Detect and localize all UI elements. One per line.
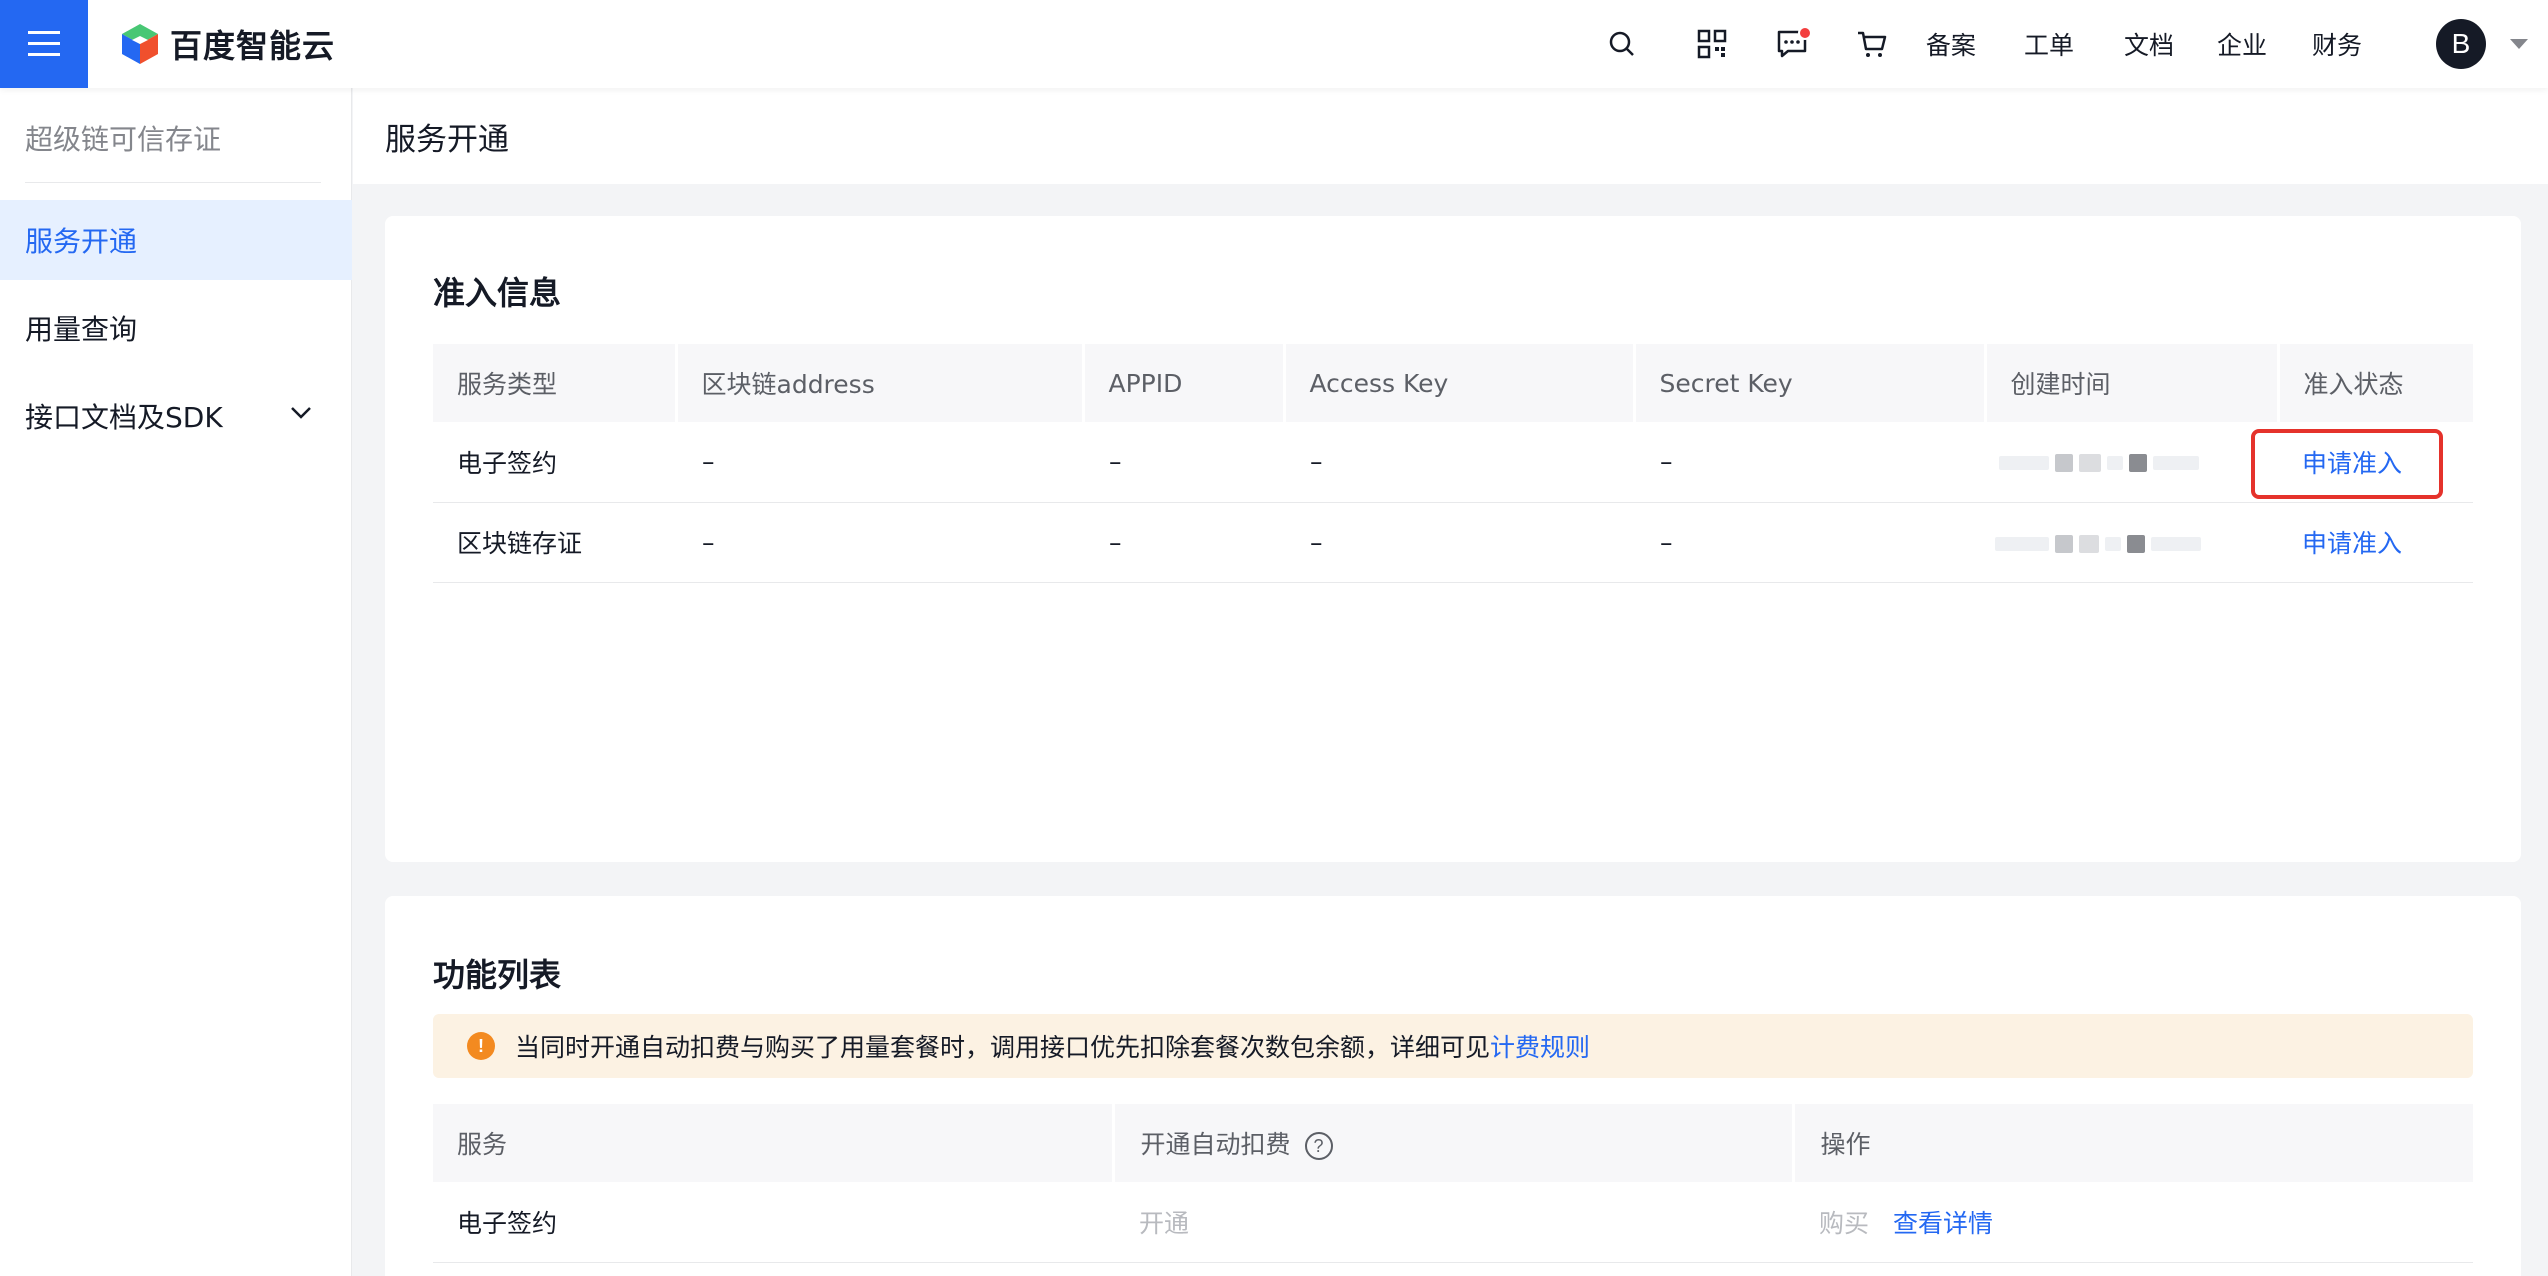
top-bar: 百度智能云 备案 工单 文档 企业 财务 B bbox=[0, 0, 2548, 88]
page-title: 服务开通 bbox=[385, 122, 509, 158]
top-right-nav: 备案 工单 文档 企业 财务 B bbox=[1600, 0, 2548, 88]
billing-notice: ! 当同时开通自动扣费与购买了用量套餐时，调用接口优先扣除套餐次数包余额，详细可… bbox=[433, 1014, 2473, 1078]
table-header-row: 服务 开通自动扣费? 操作 bbox=[433, 1104, 2473, 1182]
column-header: 服务类型 bbox=[433, 344, 678, 422]
appid-cell: – bbox=[1083, 422, 1284, 503]
address-cell: – bbox=[676, 422, 1083, 503]
help-icon[interactable]: ? bbox=[1304, 1132, 1333, 1160]
feature-list-title: 功能列表 bbox=[433, 956, 562, 994]
feature-list-card: 功能列表 ! 当同时开通自动扣费与购买了用量套餐时，调用接口优先扣除套餐次数包余… bbox=[385, 896, 2521, 1276]
column-header: Secret Key bbox=[1634, 344, 1987, 422]
column-header: 区块链address bbox=[676, 344, 1085, 422]
sidebar-item-label: 用量查询 bbox=[25, 313, 138, 346]
table-row: 区块链存证 – – – – 申请准入 bbox=[433, 502, 2473, 583]
column-header: 准入状态 bbox=[2278, 344, 2473, 422]
apply-access-link[interactable]: 申请准入 bbox=[2302, 529, 2402, 558]
highlight-annotation-box bbox=[2251, 429, 2443, 499]
column-header: 操作 bbox=[1793, 1104, 2473, 1182]
qrcode-icon bbox=[1697, 29, 1727, 59]
service-type-cell: 区块链存证 bbox=[433, 502, 676, 583]
access-status-cell: 申请准入 bbox=[2278, 502, 2473, 583]
column-header-label: 开通自动扣费 bbox=[1140, 1130, 1291, 1159]
qrcode-button[interactable] bbox=[1690, 22, 1734, 66]
service-type-cell: 电子签约 bbox=[433, 422, 676, 503]
logo[interactable]: 百度智能云 bbox=[120, 18, 335, 70]
hamburger-icon bbox=[28, 31, 60, 56]
column-header: 服务 bbox=[433, 1104, 1115, 1182]
view-details-link[interactable]: 查看详情 bbox=[1893, 1209, 1993, 1238]
sidebar-divider bbox=[25, 182, 321, 183]
table-header-row: 服务类型 区块链address APPID Access Key Secret … bbox=[433, 344, 2473, 422]
notification-dot bbox=[1797, 26, 1812, 40]
search-icon bbox=[1609, 31, 1634, 56]
enable-auto-pay-link[interactable]: 开通 bbox=[1139, 1209, 1189, 1238]
access-key-cell: – bbox=[1284, 422, 1634, 503]
buy-link[interactable]: 购买 bbox=[1819, 1209, 1869, 1238]
sidebar-item-service-activation[interactable]: 服务开通 bbox=[0, 200, 352, 280]
sidebar-item-api-docs-sdk[interactable]: 接口文档及SDK bbox=[0, 376, 352, 456]
sidebar-title: 超级链可信存证 bbox=[25, 123, 222, 156]
nav-link-docs[interactable]: 文档 bbox=[2124, 26, 2174, 62]
secret-key-cell: – bbox=[1634, 422, 1985, 503]
created-time-cell bbox=[1985, 422, 2278, 503]
sidebar-item-label: 接口文档及SDK bbox=[25, 401, 223, 434]
notice-text: 当同时开通自动扣费与购买了用量套餐时，调用接口优先扣除套餐次数包余额，详细可见 bbox=[515, 1033, 1491, 1062]
operation-cell: 购买 查看详情 bbox=[1793, 1182, 2473, 1263]
cart-button[interactable] bbox=[1850, 22, 1894, 66]
user-avatar[interactable]: B bbox=[2436, 19, 2486, 69]
column-header: Access Key bbox=[1284, 344, 1636, 422]
table-row: 电子签约 – – – – 申请准入 bbox=[433, 422, 2473, 503]
message-button[interactable] bbox=[1770, 22, 1814, 66]
address-cell: – bbox=[676, 502, 1083, 583]
baidu-cloud-logo-icon bbox=[122, 24, 158, 64]
nav-link-enterprise[interactable]: 企业 bbox=[2217, 26, 2267, 62]
nav-link-beian[interactable]: 备案 bbox=[1926, 26, 1976, 62]
column-header: APPID bbox=[1083, 344, 1286, 422]
logo-text: 百度智能云 bbox=[170, 27, 336, 65]
column-header: 创建时间 bbox=[1985, 344, 2280, 422]
access-info-table: 服务类型 区块链address APPID Access Key Secret … bbox=[433, 344, 2473, 583]
feature-table: 服务 开通自动扣费? 操作 电子签约 开通 购买 查看详情 bbox=[433, 1104, 2473, 1263]
created-time-cell bbox=[1985, 502, 2278, 583]
access-key-cell: – bbox=[1284, 502, 1634, 583]
search-button[interactable] bbox=[1600, 22, 1644, 66]
auto-pay-cell: 开通 bbox=[1113, 1182, 1793, 1263]
redacted-timestamp bbox=[1999, 454, 2199, 473]
sidebar-item-label: 服务开通 bbox=[25, 225, 138, 258]
access-info-title: 准入信息 bbox=[433, 274, 562, 312]
sidebar-item-usage-query[interactable]: 用量查询 bbox=[0, 288, 352, 368]
column-header: 开通自动扣费? bbox=[1113, 1104, 1795, 1182]
page-header: 服务开通 bbox=[353, 88, 2548, 184]
access-info-card: 准入信息 服务类型 区块链address APPID Access Key Se… bbox=[385, 216, 2521, 862]
nav-link-ticket[interactable]: 工单 bbox=[2024, 26, 2074, 62]
warning-icon: ! bbox=[467, 1032, 495, 1060]
billing-rules-link[interactable]: 计费规则 bbox=[1490, 1028, 1590, 1064]
redacted-timestamp bbox=[1995, 534, 2201, 553]
table-row: 电子签约 开通 购买 查看详情 bbox=[433, 1182, 2473, 1263]
service-name-cell: 电子签约 bbox=[433, 1182, 1113, 1263]
menu-button[interactable] bbox=[0, 0, 88, 88]
secret-key-cell: – bbox=[1634, 502, 1985, 583]
cart-icon bbox=[1857, 31, 1887, 57]
sidebar: 超级链可信存证 服务开通 用量查询 接口文档及SDK bbox=[0, 88, 352, 1276]
appid-cell: – bbox=[1083, 502, 1284, 583]
user-menu-caret-icon[interactable] bbox=[2510, 39, 2528, 49]
chevron-down-icon bbox=[291, 407, 311, 419]
nav-link-finance[interactable]: 财务 bbox=[2312, 26, 2362, 62]
